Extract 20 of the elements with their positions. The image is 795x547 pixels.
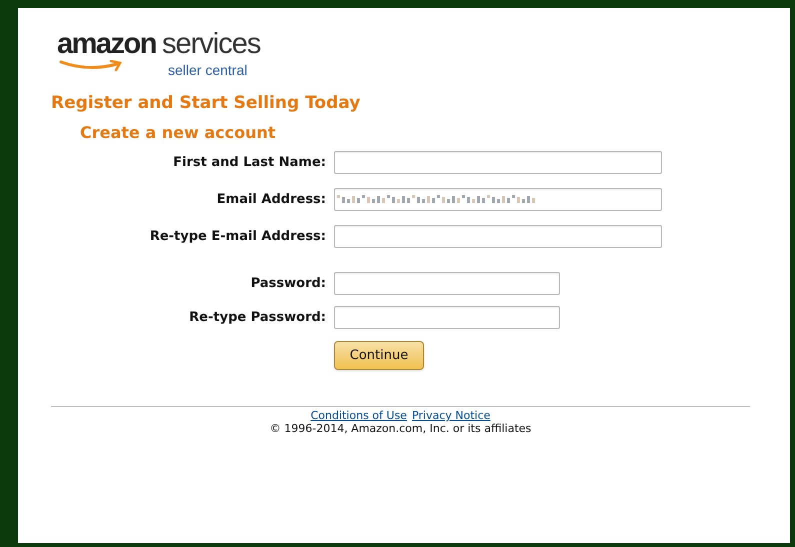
- field-label: First and Last Name:: [172, 154, 326, 172]
- password-field[interactable]: [334, 272, 560, 295]
- page-heading: Register and Start Selling Today: [51, 93, 362, 114]
- footer-link[interactable]: Privacy Notice: [412, 409, 490, 422]
- field-label: Email Address:: [216, 190, 326, 208]
- smile-arrow-icon: [59, 60, 125, 72]
- copyright-text: © 1996-2014, Amazon.com, Inc. or its affiliates: [268, 422, 532, 436]
- field-label: Re-type E-mail Address:: [148, 228, 326, 246]
- field-label: Re-type Password:: [188, 308, 326, 326]
- footer-link[interactable]: Conditions of Use: [310, 409, 407, 422]
- logo-product: services: [162, 30, 260, 59]
- logo-tagline: seller central: [168, 61, 248, 80]
- continue-button[interactable]: Continue: [334, 341, 424, 370]
- input-field[interactable]: [334, 188, 662, 211]
- logo-brand: amazon: [57, 30, 156, 59]
- password-field[interactable]: [334, 306, 560, 329]
- input-field[interactable]: [334, 224, 662, 248]
- section-heading: Create a new account: [80, 123, 276, 144]
- input-field[interactable]: [334, 150, 662, 174]
- field-label: Password:: [250, 274, 326, 292]
